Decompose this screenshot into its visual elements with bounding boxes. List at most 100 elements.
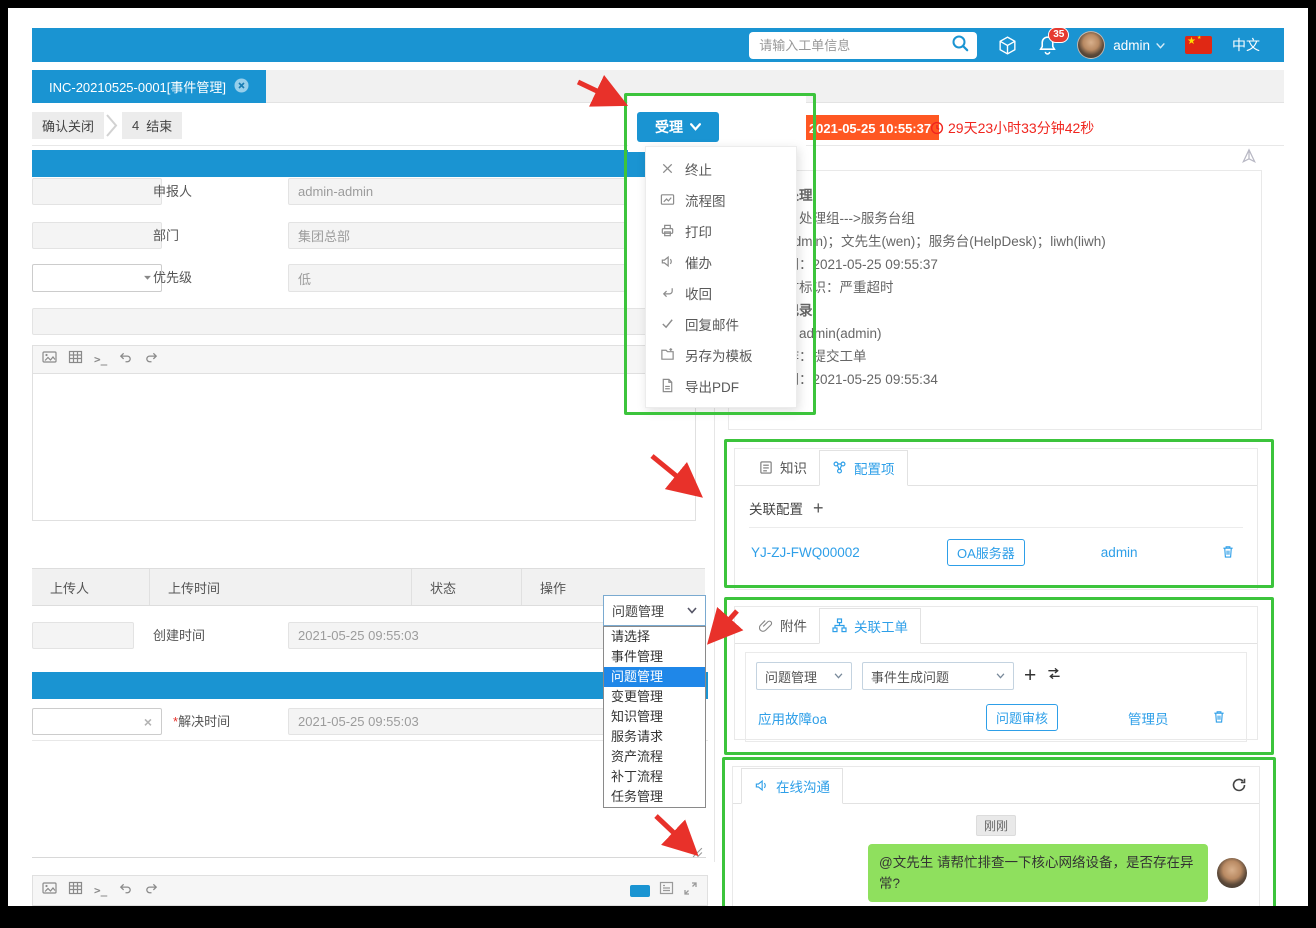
- chevron-down-icon: [996, 673, 1005, 679]
- config-type-tag[interactable]: OA服务器: [947, 539, 1025, 566]
- workflow-step-end[interactable]: 4 结束: [122, 112, 182, 139]
- workflow-step-confirm-close[interactable]: 确认关闭: [32, 112, 104, 139]
- printer-icon: [660, 223, 675, 238]
- department-aux-input[interactable]: [32, 222, 162, 249]
- ticket-type-dropdown-button[interactable]: 问题管理: [603, 595, 706, 626]
- related-ticket-owner[interactable]: 管理员: [1128, 708, 1169, 728]
- resolver-input[interactable]: ×: [32, 708, 162, 735]
- user-avatar: [1077, 31, 1105, 59]
- priority-value-input[interactable]: 低: [288, 264, 626, 292]
- insert-table-icon[interactable]: [68, 350, 83, 369]
- ticket-template-select[interactable]: 事件生成问题: [862, 662, 1014, 690]
- dropdown-option[interactable]: 变更管理: [604, 687, 705, 707]
- config-item-owner[interactable]: admin: [1101, 545, 1138, 560]
- menu-item-export-pdf[interactable]: 导出PDF: [646, 370, 796, 401]
- description-editor[interactable]: >_: [32, 345, 696, 521]
- reporter-value-input[interactable]: admin-admin: [288, 178, 626, 205]
- dropdown-option[interactable]: 补丁流程: [604, 767, 705, 787]
- tab-knowledge[interactable]: 知识: [747, 449, 819, 485]
- chat-panel: 在线沟通 刚刚 @文先生 请帮忙排查一下核心网络设备，是否存在异常?: [732, 766, 1260, 906]
- resolved-time-input[interactable]: 2021-05-25 09:55:03: [288, 708, 626, 735]
- menu-item-reply-mail[interactable]: 回复邮件: [646, 308, 796, 339]
- chat-message-list[interactable]: 刚刚 @文先生 请帮忙排查一下核心网络设备，是否存在异常?: [733, 804, 1259, 902]
- title-input[interactable]: [32, 308, 696, 335]
- dropdown-option[interactable]: 事件管理: [604, 647, 705, 667]
- delete-trash-icon[interactable]: [1212, 709, 1234, 727]
- refresh-icon[interactable]: [1231, 777, 1247, 798]
- history-section-title: 接收与记录: [745, 299, 1245, 322]
- config-item-link[interactable]: YJ-ZJ-FWQ00002: [751, 545, 947, 560]
- related-ticket-status-tag[interactable]: 问题审核: [986, 704, 1058, 731]
- history-line: 操作人：处理组--->服务台组: [745, 207, 1245, 230]
- tab-close-icon[interactable]: [234, 78, 249, 96]
- search-input[interactable]: [757, 37, 951, 54]
- undo-icon[interactable]: [118, 881, 133, 901]
- menu-item-print[interactable]: 打印: [646, 215, 796, 246]
- chat-panel-tabs: 在线沟通: [733, 767, 1259, 804]
- resize-handle[interactable]: [692, 845, 703, 863]
- dropdown-option[interactable]: 任务管理: [604, 787, 705, 807]
- ticket-type-select[interactable]: 问题管理: [756, 662, 852, 690]
- notification-badge: 35: [1048, 27, 1069, 43]
- recall-icon: [660, 285, 675, 300]
- tab-config-items[interactable]: 配置项: [819, 450, 908, 486]
- language-switcher[interactable]: 中文: [1232, 35, 1260, 55]
- app-window: 35 admin ★★ 中文 INC-20210525-0001[事件管理] 确…: [8, 8, 1308, 906]
- add-config-icon[interactable]: +: [813, 501, 824, 515]
- media-icon[interactable]: [630, 885, 650, 897]
- menu-item-flowchart[interactable]: 流程图: [646, 184, 796, 215]
- add-related-ticket-icon[interactable]: +: [1024, 669, 1036, 683]
- redo-icon[interactable]: [144, 881, 159, 901]
- notification-bell[interactable]: 35: [1038, 35, 1057, 55]
- accept-button[interactable]: 受理: [637, 112, 719, 142]
- code-view-icon[interactable]: >_: [94, 353, 107, 366]
- column-header[interactable]: 上传时间: [150, 569, 412, 605]
- related-ticket-link[interactable]: 应用故障oa: [758, 708, 986, 728]
- menu-item-recall[interactable]: 收回: [646, 277, 796, 308]
- created-aux-input[interactable]: [32, 622, 134, 649]
- dropdown-option[interactable]: 服务请求: [604, 727, 705, 747]
- menu-item-save-template[interactable]: 另存为模板: [646, 339, 796, 370]
- user-menu[interactable]: admin: [1077, 31, 1165, 59]
- expand-icon[interactable]: [683, 881, 698, 901]
- terminate-icon: [660, 161, 675, 176]
- search-box[interactable]: [749, 32, 977, 59]
- tab-incident-ticket[interactable]: INC-20210525-0001[事件管理]: [32, 70, 266, 103]
- dropdown-option[interactable]: 请选择: [604, 627, 705, 647]
- menu-item-urge[interactable]: 催办: [646, 246, 796, 277]
- paper-plane-icon[interactable]: [1240, 147, 1258, 170]
- chevron-down-icon: [687, 607, 697, 614]
- language-flag-icon[interactable]: ★★: [1185, 36, 1212, 54]
- tab-attachments[interactable]: 附件: [747, 607, 819, 643]
- redo-icon[interactable]: [144, 350, 159, 370]
- undo-icon[interactable]: [118, 350, 133, 370]
- dropdown-option-selected[interactable]: 问题管理: [604, 667, 705, 687]
- column-header[interactable]: 上传人: [32, 569, 150, 605]
- created-time-input[interactable]: 2021-05-25 09:55:03: [288, 622, 626, 649]
- column-header[interactable]: 状态: [412, 569, 522, 605]
- insert-image-icon[interactable]: [42, 881, 57, 900]
- dropdown-option[interactable]: 资产流程: [604, 747, 705, 767]
- urge-icon: [660, 254, 675, 269]
- search-icon[interactable]: [951, 34, 969, 57]
- department-value-input[interactable]: 集团总部: [288, 222, 626, 249]
- swap-icon[interactable]: [1046, 666, 1062, 686]
- attachment-panel-icon[interactable]: [659, 881, 674, 900]
- history-section-title: 分析与处理: [745, 184, 1245, 207]
- history-line: 接收时间：2021-05-25 09:55:37: [745, 253, 1245, 276]
- tab-online-chat[interactable]: 在线沟通: [741, 768, 843, 804]
- insert-table-icon[interactable]: [68, 881, 83, 900]
- delete-trash-icon[interactable]: [1221, 544, 1241, 562]
- menu-item-terminate[interactable]: 终止: [646, 153, 796, 184]
- tab-related-tickets[interactable]: 关联工单: [819, 608, 921, 644]
- username-label: admin: [1113, 38, 1150, 53]
- department-label: 部门: [153, 222, 179, 249]
- insert-image-icon[interactable]: [42, 350, 57, 369]
- apps-cube-icon[interactable]: [997, 35, 1018, 56]
- category-select[interactable]: [32, 264, 162, 292]
- code-view-icon[interactable]: >_: [94, 884, 107, 897]
- reporter-aux-input[interactable]: [32, 178, 162, 205]
- molecule-icon: [832, 460, 847, 475]
- clear-icon[interactable]: ×: [144, 714, 152, 730]
- dropdown-option[interactable]: 知识管理: [604, 707, 705, 727]
